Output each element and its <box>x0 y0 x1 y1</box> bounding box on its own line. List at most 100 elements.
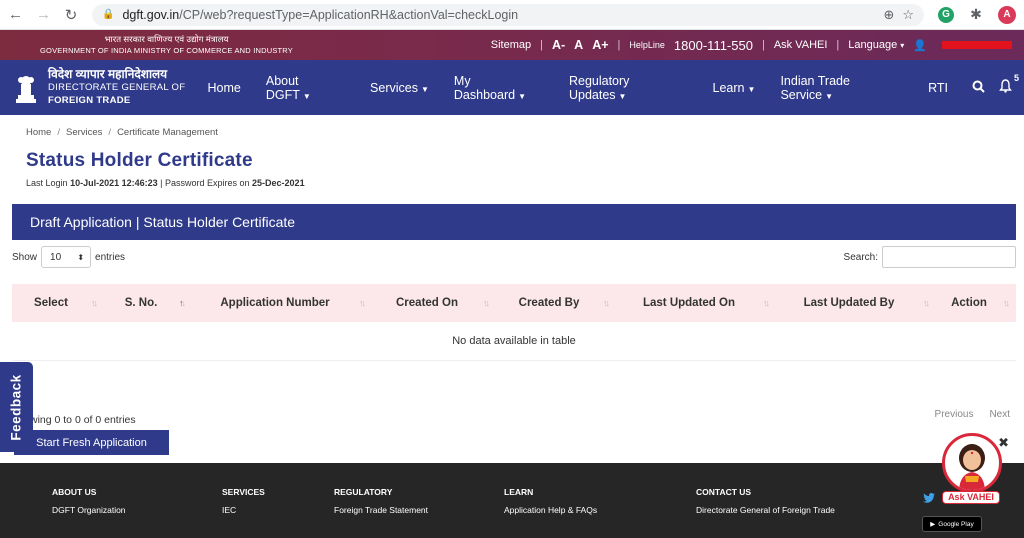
table-row: No data available in table <box>12 322 1016 361</box>
nav-regulatory-updates[interactable]: Regulatory Updates ▼ <box>569 74 688 102</box>
panel-heading: Draft Application | Status Holder Certif… <box>12 204 1016 240</box>
table-header-row: Select ↑↓ S. No. ↑↓ Application Number ↑↓ C… <box>12 284 1016 322</box>
government-of-india-label: भारत सरकार वाणिज्य एवं उद्योग मंत्रालय G… <box>40 34 293 55</box>
breadcrumb-services[interactable]: Services <box>66 127 102 138</box>
chevron-down-icon: ▼ <box>618 91 627 101</box>
vahei-avatar[interactable] <box>942 433 1002 493</box>
entries-per-page-select[interactable]: 10 ⬍ <box>41 246 92 268</box>
col-last-updated-on[interactable]: Last Updated On ↑↓ <box>616 284 776 322</box>
grammarly-extension-icon[interactable]: G <box>938 6 954 23</box>
font-normal-button[interactable]: A <box>574 38 583 52</box>
sort-icon: ↑↓ <box>923 298 930 308</box>
table-controls: Show 10 ⬍ entries Search: <box>12 244 1016 270</box>
nav-services[interactable]: Services ▼ <box>370 81 429 95</box>
helpline-number[interactable]: 1800-111-550 <box>674 38 753 53</box>
utility-links: Sitemap | A- A A+ | HelpLine 1800-111-55… <box>491 38 1012 53</box>
pagination: Previous Next <box>935 409 1010 420</box>
close-icon[interactable]: ✖ <box>998 435 1009 451</box>
browser-toolbar: ← → ↻ 🔒 dgft.gov.in/CP/web?requestType=A… <box>0 0 1024 30</box>
nav-menu: Home About DGFT ▼ Services ▼ My Dashboard ▼… <box>208 74 948 102</box>
logo-line-3: FOREIGN TRADE <box>48 95 131 106</box>
sitemap-link[interactable]: Sitemap <box>491 39 531 51</box>
footer-link-foreign-trade-statement[interactable]: Foreign Trade Statement <box>334 505 428 515</box>
table-footer: wing 0 to 0 of 0 entries Previous Next <box>0 408 1024 428</box>
draft-applications-table: Select ↑↓ S. No. ↑↓ Application Number ↑↓ C… <box>12 284 1016 361</box>
table-search-input[interactable] <box>882 246 1016 268</box>
logo-hindi-text: विदेश व्यापार महानिदेशालय <box>48 67 168 81</box>
sort-icon: ↑↓ <box>359 298 366 308</box>
font-decrease-button[interactable]: A- <box>552 38 565 52</box>
ask-vahei-chatbot[interactable]: Ask VAHEI <box>942 433 1004 509</box>
footer-learn-heading: LEARN <box>504 487 534 497</box>
nav-rti[interactable]: RTI <box>928 81 948 95</box>
previous-page-button[interactable]: Previous <box>935 409 974 420</box>
google-play-badge[interactable]: ▶ Google Play <box>922 516 982 532</box>
feedback-tab[interactable]: Feedback <box>0 362 33 452</box>
footer-link-application-help[interactable]: Application Help & FAQs <box>504 505 597 515</box>
search-label: Search: <box>843 251 878 263</box>
breadcrumb: Home / Services / Certificate Management <box>26 127 218 138</box>
user-icon[interactable]: 👤 <box>913 39 927 52</box>
footer-about-heading: ABOUT US <box>52 487 97 497</box>
reload-icon[interactable]: ↻ <box>64 6 78 24</box>
breadcrumb-certificate-management[interactable]: Certificate Management <box>117 127 218 138</box>
nav-about-dgft[interactable]: About DGFT ▼ <box>266 74 345 102</box>
footer-link-iec[interactable]: IEC <box>222 505 265 515</box>
footer-regulatory-heading: REGULATORY <box>334 487 393 497</box>
nav-my-dashboard[interactable]: My Dashboard ▼ <box>454 74 544 102</box>
col-created-on[interactable]: Created On ↑↓ <box>372 284 496 322</box>
url-path: /CP/web?requestType=ApplicationRH&action… <box>179 7 519 22</box>
sort-icon: ↑↓ <box>483 298 490 308</box>
footer-contact-heading: CONTACT US <box>696 487 752 497</box>
url-host: dgft.gov.in <box>122 7 180 22</box>
search-icon[interactable] <box>972 80 985 96</box>
col-created-by[interactable]: Created By ↑↓ <box>496 284 616 322</box>
sort-icon: ↑↓ <box>91 298 98 308</box>
nav-home[interactable]: Home <box>208 81 241 95</box>
play-store-icon: ▶ <box>930 521 936 528</box>
sort-icon: ↑↓ <box>763 298 770 308</box>
national-emblem-icon <box>12 69 40 107</box>
chevron-down-icon: ▼ <box>302 91 311 101</box>
zoom-icon[interactable]: ⊕ <box>883 7 894 23</box>
entries-label: entries <box>95 251 126 263</box>
logged-in-user-badge[interactable] <box>942 41 1012 49</box>
profile-avatar[interactable]: A <box>998 5 1016 24</box>
chevron-down-icon: ▼ <box>420 84 429 94</box>
nav-indian-trade-service[interactable]: Indian Trade Service ▼ <box>780 74 903 102</box>
forward-icon[interactable]: → <box>36 6 51 23</box>
main-navigation: विदेश व्यापार महानिदेशालय DIRECTORATE GE… <box>0 60 1024 115</box>
lock-icon[interactable]: 🔒 <box>102 9 114 20</box>
pagination-info: wing 0 to 0 of 0 entries <box>30 414 136 426</box>
empty-table-message: No data available in table <box>12 322 1016 361</box>
notification-bell-icon[interactable]: 5 <box>999 73 1019 96</box>
ask-vahei-link[interactable]: Ask VAHEI <box>774 39 828 51</box>
last-login-info: Last Login 10-Jul-2021 12:46:23 | Passwo… <box>26 178 305 188</box>
nav-learn[interactable]: Learn ▼ <box>713 81 756 95</box>
sort-asc-icon: ↑↓ <box>179 298 186 308</box>
start-fresh-application-button[interactable]: Start Fresh Application <box>14 430 169 455</box>
ask-vahei-label[interactable]: Ask VAHEI <box>942 491 1000 504</box>
next-page-button[interactable]: Next <box>989 409 1010 420</box>
language-dropdown[interactable]: Language ▾ <box>848 39 904 51</box>
address-bar[interactable]: 🔒 dgft.gov.in/CP/web?requestType=Applica… <box>92 3 924 26</box>
extensions-puzzle-icon[interactable]: ✱ <box>968 6 984 23</box>
breadcrumb-home[interactable]: Home <box>26 127 51 138</box>
footer-link-dgft-organization[interactable]: DGFT Organization <box>52 505 126 515</box>
font-increase-button[interactable]: A+ <box>592 38 608 52</box>
dgft-logo[interactable]: विदेश व्यापार महानिदेशालय DIRECTORATE GE… <box>12 68 200 107</box>
col-last-updated-by[interactable]: Last Updated By ↑↓ <box>776 284 936 322</box>
bookmark-star-icon[interactable]: ☆ <box>902 7 914 23</box>
col-action[interactable]: Action ↑↓ <box>936 284 1016 322</box>
col-sno[interactable]: S. No. ↑↓ <box>104 284 192 322</box>
top-utility-bar: भारत सरकार वाणिज्य एवं उद्योग मंत्रालय G… <box>0 30 1024 60</box>
twitter-icon[interactable] <box>923 493 935 506</box>
chevron-down-icon: ▼ <box>747 84 756 94</box>
back-icon[interactable]: ← <box>8 6 23 23</box>
col-select[interactable]: Select ↑↓ <box>12 284 104 322</box>
show-label: Show <box>12 251 38 263</box>
col-application-number[interactable]: Application Number ↑↓ <box>192 284 372 322</box>
chevron-down-icon: ▼ <box>825 91 834 101</box>
logo-line-2: DIRECTORATE GENERAL OF <box>48 82 186 93</box>
sort-icon: ↑↓ <box>603 298 610 308</box>
